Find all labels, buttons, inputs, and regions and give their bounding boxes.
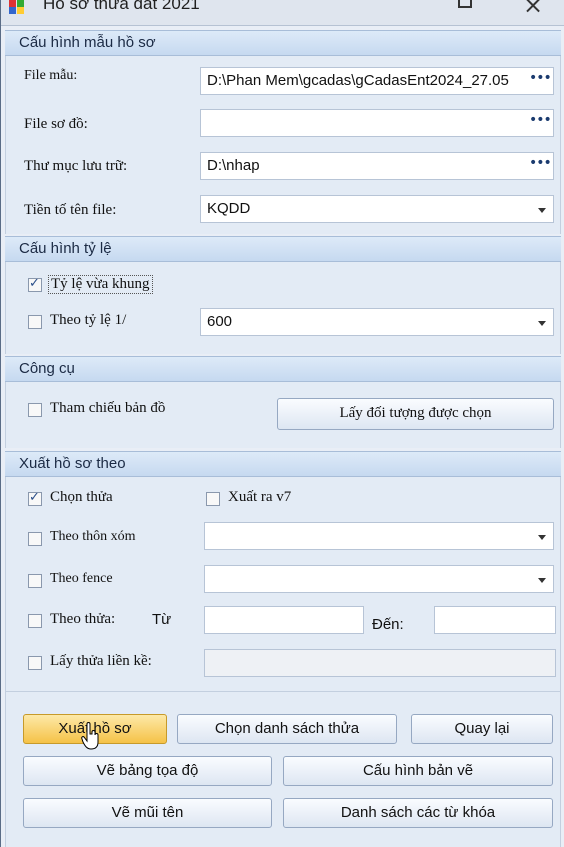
file-mau-field[interactable]: D:\Phan Mem\gcadas\gCadasEnt2024_27.05 •… bbox=[200, 67, 554, 95]
lien-ke-input[interactable] bbox=[204, 649, 556, 677]
xuat-v7-label: Xuất ra v7 bbox=[228, 489, 292, 505]
section-title: Xuất hồ sơ theo bbox=[19, 455, 126, 472]
theo-thua-checkbox[interactable] bbox=[28, 614, 42, 628]
file-so-do-field[interactable]: ••• bbox=[200, 109, 554, 137]
tien-to-select[interactable]: KQDD bbox=[200, 195, 554, 223]
fence-select[interactable] bbox=[204, 565, 554, 593]
tu-label: Từ bbox=[152, 611, 172, 628]
chevron-down-icon[interactable] bbox=[538, 535, 546, 540]
fit-frame-label: Tỷ lệ vừa khung bbox=[48, 275, 153, 294]
lien-ke-label: Lấy thửa liền kề: bbox=[50, 653, 152, 669]
thon-xom-checkbox[interactable] bbox=[28, 532, 42, 546]
lien-ke-checkbox[interactable] bbox=[28, 656, 42, 670]
dialog-window: Hồ sơ thửa đất 2021 × Cấu hình mẫu hồ sơ… bbox=[0, 0, 564, 847]
section-title: Cấu hình tỷ lệ bbox=[19, 240, 112, 257]
tien-to-label: Tiền tố tên file: bbox=[24, 202, 117, 218]
panel-template: File mẫu: D:\Phan Mem\gcadas\gCadasEnt20… bbox=[5, 56, 561, 234]
section-title: Công cụ bbox=[19, 360, 75, 377]
theo-thua-label: Theo thửa: bbox=[50, 611, 116, 627]
pick-selected-button[interactable]: Lấy đối tượng được chọn bbox=[277, 398, 554, 430]
chevron-down-icon[interactable] bbox=[538, 208, 546, 213]
file-so-do-label: File sơ đồ: bbox=[24, 116, 88, 132]
thon-xom-label: Theo thôn xóm bbox=[50, 529, 136, 544]
panel-tools: Tham chiếu bản đồ Lấy đối tượng được chọ… bbox=[5, 382, 561, 448]
chevron-down-icon[interactable] bbox=[538, 578, 546, 583]
section-header-export[interactable]: Xuất hồ sơ theo bbox=[5, 451, 561, 477]
by-scale-label: Theo tỷ lệ 1/ bbox=[50, 312, 127, 328]
thu-muc-label: Thư mục lưu trữ: bbox=[24, 158, 128, 174]
fence-checkbox[interactable] bbox=[28, 574, 42, 588]
section-header-template[interactable]: Cấu hình mẫu hồ sơ bbox=[5, 30, 561, 56]
browse-thu-muc-button[interactable]: ••• bbox=[529, 156, 552, 175]
section-header-tools[interactable]: Công cụ bbox=[5, 356, 561, 382]
choose-list-button[interactable]: Chọn danh sách thửa bbox=[177, 714, 397, 744]
fence-label: Theo fence bbox=[50, 571, 113, 586]
section-title: Cấu hình mẫu hồ sơ bbox=[19, 34, 156, 51]
mouse-cursor-icon bbox=[81, 722, 99, 750]
browse-file-mau-button[interactable]: ••• bbox=[529, 71, 552, 90]
den-input[interactable] bbox=[434, 606, 556, 634]
draw-arrow-button[interactable]: Vẽ mũi tên bbox=[23, 798, 272, 828]
file-mau-label: File mẫu: bbox=[24, 68, 78, 83]
ref-map-checkbox[interactable] bbox=[28, 403, 42, 417]
app-icon bbox=[9, 0, 24, 14]
panel-export: Chọn thửa Xuất ra v7 Theo thôn xóm Theo … bbox=[5, 477, 561, 691]
thon-xom-select[interactable] bbox=[204, 522, 554, 550]
back-button[interactable]: Quay lại bbox=[411, 714, 553, 744]
draw-coords-button[interactable]: Vẽ bảng tọa độ bbox=[23, 756, 272, 786]
title-bar: Hồ sơ thửa đất 2021 × bbox=[1, 0, 564, 26]
close-icon[interactable]: × bbox=[523, 0, 543, 19]
keywords-button[interactable]: Danh sách các từ khóa bbox=[283, 798, 553, 828]
ref-map-label: Tham chiếu bản đồ bbox=[50, 400, 166, 416]
chevron-down-icon[interactable] bbox=[538, 321, 546, 326]
chon-thua-label: Chọn thửa bbox=[50, 489, 113, 505]
den-label: Đến: bbox=[372, 616, 404, 633]
maximize-icon[interactable] bbox=[458, 0, 472, 8]
scale-select[interactable]: 600 bbox=[200, 308, 554, 336]
panel-scale: Tỷ lệ vừa khung Theo tỷ lệ 1/ 600 bbox=[5, 262, 561, 354]
window-title: Hồ sơ thửa đất 2021 bbox=[43, 0, 200, 13]
thu-muc-field[interactable]: D:\nhap ••• bbox=[200, 152, 554, 180]
by-scale-checkbox[interactable] bbox=[28, 315, 42, 329]
browse-file-so-do-button[interactable]: ••• bbox=[529, 113, 552, 132]
fit-frame-checkbox[interactable] bbox=[28, 276, 42, 292]
tu-input[interactable] bbox=[204, 606, 364, 634]
chon-thua-checkbox[interactable] bbox=[28, 490, 42, 506]
section-header-scale[interactable]: Cấu hình tỷ lệ bbox=[5, 236, 561, 262]
drawing-config-button[interactable]: Cấu hình bản vẽ bbox=[283, 756, 553, 786]
xuat-v7-checkbox[interactable] bbox=[206, 492, 220, 506]
